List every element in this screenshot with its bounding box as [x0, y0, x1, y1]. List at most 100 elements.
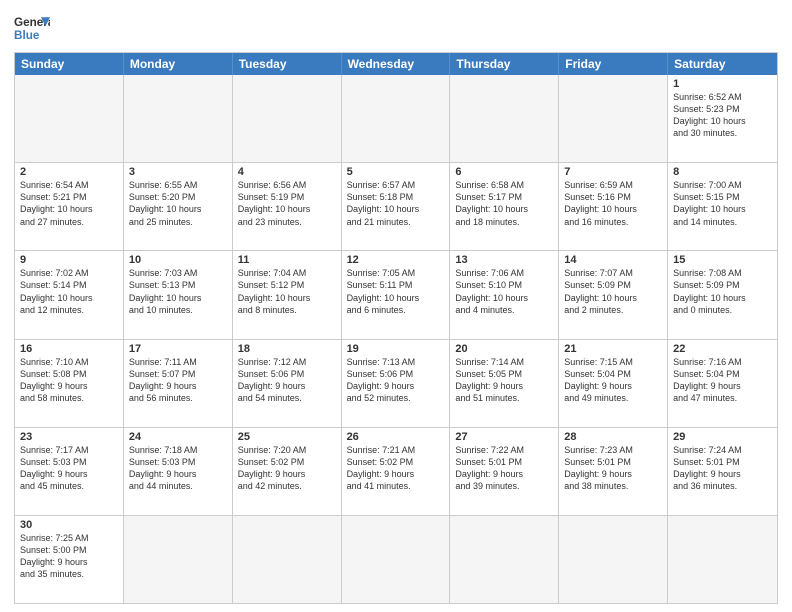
day-number: 13 [455, 254, 553, 266]
calendar: SundayMondayTuesdayWednesdayThursdayFrid… [14, 52, 778, 604]
calendar-cell: 2Sunrise: 6:54 AM Sunset: 5:21 PM Daylig… [15, 163, 124, 250]
cell-info: Sunrise: 7:11 AM Sunset: 5:07 PM Dayligh… [129, 356, 227, 405]
cell-info: Sunrise: 6:58 AM Sunset: 5:17 PM Dayligh… [455, 179, 553, 228]
cell-info: Sunrise: 7:16 AM Sunset: 5:04 PM Dayligh… [673, 356, 772, 405]
calendar-cell: 24Sunrise: 7:18 AM Sunset: 5:03 PM Dayli… [124, 428, 233, 515]
calendar-cell: 29Sunrise: 7:24 AM Sunset: 5:01 PM Dayli… [668, 428, 777, 515]
calendar-cell: 19Sunrise: 7:13 AM Sunset: 5:06 PM Dayli… [342, 340, 451, 427]
calendar-cell: 25Sunrise: 7:20 AM Sunset: 5:02 PM Dayli… [233, 428, 342, 515]
calendar-cell [559, 516, 668, 603]
calendar-cell: 12Sunrise: 7:05 AM Sunset: 5:11 PM Dayli… [342, 251, 451, 338]
calendar-row-0: 1Sunrise: 6:52 AM Sunset: 5:23 PM Daylig… [15, 75, 777, 162]
day-number: 30 [20, 519, 118, 531]
calendar-row-1: 2Sunrise: 6:54 AM Sunset: 5:21 PM Daylig… [15, 162, 777, 250]
calendar-row-2: 9Sunrise: 7:02 AM Sunset: 5:14 PM Daylig… [15, 250, 777, 338]
cell-info: Sunrise: 7:14 AM Sunset: 5:05 PM Dayligh… [455, 356, 553, 405]
cell-info: Sunrise: 6:52 AM Sunset: 5:23 PM Dayligh… [673, 91, 772, 140]
calendar-cell: 13Sunrise: 7:06 AM Sunset: 5:10 PM Dayli… [450, 251, 559, 338]
day-number: 29 [673, 431, 772, 443]
calendar-cell: 23Sunrise: 7:17 AM Sunset: 5:03 PM Dayli… [15, 428, 124, 515]
calendar-body: 1Sunrise: 6:52 AM Sunset: 5:23 PM Daylig… [15, 75, 777, 603]
calendar-cell [124, 516, 233, 603]
header-day-thursday: Thursday [450, 53, 559, 75]
day-number: 3 [129, 166, 227, 178]
day-number: 14 [564, 254, 662, 266]
day-number: 12 [347, 254, 445, 266]
day-number: 10 [129, 254, 227, 266]
calendar-cell: 17Sunrise: 7:11 AM Sunset: 5:07 PM Dayli… [124, 340, 233, 427]
day-number: 20 [455, 343, 553, 355]
day-number: 5 [347, 166, 445, 178]
cell-info: Sunrise: 7:25 AM Sunset: 5:00 PM Dayligh… [20, 532, 118, 581]
calendar-header: SundayMondayTuesdayWednesdayThursdayFrid… [15, 53, 777, 75]
calendar-cell: 8Sunrise: 7:00 AM Sunset: 5:15 PM Daylig… [668, 163, 777, 250]
cell-info: Sunrise: 7:07 AM Sunset: 5:09 PM Dayligh… [564, 267, 662, 316]
cell-info: Sunrise: 7:20 AM Sunset: 5:02 PM Dayligh… [238, 444, 336, 493]
cell-info: Sunrise: 7:00 AM Sunset: 5:15 PM Dayligh… [673, 179, 772, 228]
calendar-cell: 22Sunrise: 7:16 AM Sunset: 5:04 PM Dayli… [668, 340, 777, 427]
calendar-cell: 18Sunrise: 7:12 AM Sunset: 5:06 PM Dayli… [233, 340, 342, 427]
day-number: 27 [455, 431, 553, 443]
header-day-friday: Friday [559, 53, 668, 75]
cell-info: Sunrise: 7:12 AM Sunset: 5:06 PM Dayligh… [238, 356, 336, 405]
cell-info: Sunrise: 7:13 AM Sunset: 5:06 PM Dayligh… [347, 356, 445, 405]
calendar-cell [124, 75, 233, 162]
day-number: 24 [129, 431, 227, 443]
calendar-cell: 4Sunrise: 6:56 AM Sunset: 5:19 PM Daylig… [233, 163, 342, 250]
cell-info: Sunrise: 7:06 AM Sunset: 5:10 PM Dayligh… [455, 267, 553, 316]
calendar-cell [233, 516, 342, 603]
calendar-cell [342, 75, 451, 162]
header-day-monday: Monday [124, 53, 233, 75]
cell-info: Sunrise: 6:55 AM Sunset: 5:20 PM Dayligh… [129, 179, 227, 228]
calendar-cell: 5Sunrise: 6:57 AM Sunset: 5:18 PM Daylig… [342, 163, 451, 250]
header-day-tuesday: Tuesday [233, 53, 342, 75]
day-number: 11 [238, 254, 336, 266]
calendar-cell: 10Sunrise: 7:03 AM Sunset: 5:13 PM Dayli… [124, 251, 233, 338]
calendar-cell: 26Sunrise: 7:21 AM Sunset: 5:02 PM Dayli… [342, 428, 451, 515]
calendar-cell: 15Sunrise: 7:08 AM Sunset: 5:09 PM Dayli… [668, 251, 777, 338]
day-number: 26 [347, 431, 445, 443]
cell-info: Sunrise: 7:18 AM Sunset: 5:03 PM Dayligh… [129, 444, 227, 493]
day-number: 22 [673, 343, 772, 355]
day-number: 4 [238, 166, 336, 178]
calendar-cell: 1Sunrise: 6:52 AM Sunset: 5:23 PM Daylig… [668, 75, 777, 162]
header-day-sunday: Sunday [15, 53, 124, 75]
calendar-cell [450, 75, 559, 162]
day-number: 21 [564, 343, 662, 355]
svg-text:Blue: Blue [14, 29, 40, 42]
cell-info: Sunrise: 7:15 AM Sunset: 5:04 PM Dayligh… [564, 356, 662, 405]
day-number: 25 [238, 431, 336, 443]
calendar-cell: 3Sunrise: 6:55 AM Sunset: 5:20 PM Daylig… [124, 163, 233, 250]
calendar-row-4: 23Sunrise: 7:17 AM Sunset: 5:03 PM Dayli… [15, 427, 777, 515]
header-day-saturday: Saturday [668, 53, 777, 75]
calendar-cell [342, 516, 451, 603]
cell-info: Sunrise: 7:04 AM Sunset: 5:12 PM Dayligh… [238, 267, 336, 316]
cell-info: Sunrise: 7:02 AM Sunset: 5:14 PM Dayligh… [20, 267, 118, 316]
calendar-cell [668, 516, 777, 603]
cell-info: Sunrise: 6:57 AM Sunset: 5:18 PM Dayligh… [347, 179, 445, 228]
cell-info: Sunrise: 7:03 AM Sunset: 5:13 PM Dayligh… [129, 267, 227, 316]
day-number: 28 [564, 431, 662, 443]
day-number: 19 [347, 343, 445, 355]
page: General Blue SundayMondayTuesdayWednesda… [0, 0, 792, 612]
header: General Blue [14, 10, 778, 46]
day-number: 15 [673, 254, 772, 266]
header-day-wednesday: Wednesday [342, 53, 451, 75]
calendar-cell: 20Sunrise: 7:14 AM Sunset: 5:05 PM Dayli… [450, 340, 559, 427]
calendar-cell: 28Sunrise: 7:23 AM Sunset: 5:01 PM Dayli… [559, 428, 668, 515]
calendar-cell: 16Sunrise: 7:10 AM Sunset: 5:08 PM Dayli… [15, 340, 124, 427]
calendar-cell [15, 75, 124, 162]
calendar-cell: 9Sunrise: 7:02 AM Sunset: 5:14 PM Daylig… [15, 251, 124, 338]
calendar-row-5: 30Sunrise: 7:25 AM Sunset: 5:00 PM Dayli… [15, 515, 777, 603]
calendar-cell [233, 75, 342, 162]
calendar-cell: 11Sunrise: 7:04 AM Sunset: 5:12 PM Dayli… [233, 251, 342, 338]
day-number: 23 [20, 431, 118, 443]
calendar-cell: 30Sunrise: 7:25 AM Sunset: 5:00 PM Dayli… [15, 516, 124, 603]
calendar-cell: 21Sunrise: 7:15 AM Sunset: 5:04 PM Dayli… [559, 340, 668, 427]
day-number: 2 [20, 166, 118, 178]
cell-info: Sunrise: 6:54 AM Sunset: 5:21 PM Dayligh… [20, 179, 118, 228]
calendar-cell: 7Sunrise: 6:59 AM Sunset: 5:16 PM Daylig… [559, 163, 668, 250]
logo: General Blue [14, 10, 50, 46]
day-number: 6 [455, 166, 553, 178]
cell-info: Sunrise: 7:05 AM Sunset: 5:11 PM Dayligh… [347, 267, 445, 316]
